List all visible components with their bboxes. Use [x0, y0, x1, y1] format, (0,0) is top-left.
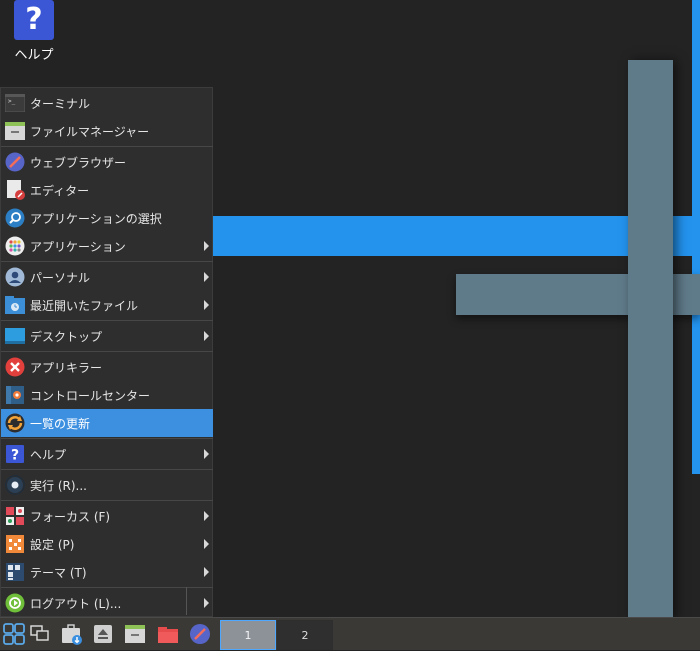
menu-item-settings[interactable]: 設定 (P) [1, 530, 213, 558]
svg-text:>_: >_ [8, 98, 16, 105]
submenu-arrow-icon [204, 272, 209, 282]
menu-item-terminal[interactable]: >_ ターミナル [1, 89, 213, 117]
window-list-icon[interactable] [29, 623, 51, 645]
submenu-arrow-icon [204, 567, 209, 577]
folder-icon[interactable] [157, 623, 179, 645]
menu-item-logout[interactable]: ログアウト (L)... [1, 589, 213, 617]
root-menu: >_ ターミナル ファイルマネージャー ウェブブラウザー エディター アプリケー… [0, 87, 213, 617]
logout-icon [5, 593, 25, 613]
desktop-help-shortcut[interactable]: ? ヘルプ [8, 0, 60, 63]
menu-separator [1, 351, 213, 352]
menu-item-refresh-list[interactable]: 一覧の更新 [1, 409, 213, 437]
app-finder-icon [5, 208, 25, 228]
submenu-arrow-icon [204, 241, 209, 251]
menu-item-app-killer[interactable]: アプリキラー [1, 353, 213, 381]
desktop-wallpaper-bar [628, 60, 673, 620]
desktop-help-label: ヘルプ [14, 48, 54, 63]
eject-icon[interactable] [92, 623, 114, 645]
menu-item-desktop[interactable]: デスクトップ [1, 322, 213, 350]
menu-separator [1, 261, 213, 262]
menu-separator [1, 320, 213, 321]
menu-separator [1, 469, 213, 470]
menu-separator [186, 587, 187, 615]
submenu-arrow-icon [204, 300, 209, 310]
submenu-arrow-icon [204, 449, 209, 459]
workspace-1-button[interactable]: 1 [220, 620, 276, 650]
menu-item-editor[interactable]: エディター [1, 176, 213, 204]
recent-files-icon [5, 295, 25, 315]
menu-separator [1, 146, 213, 147]
menu-item-recent-files[interactable]: 最近開いたファイル [1, 291, 213, 319]
menu-separator [1, 500, 213, 501]
menu-item-applications[interactable]: アプリケーション [1, 232, 213, 260]
personal-icon [5, 267, 25, 287]
submenu-arrow-icon [204, 539, 209, 549]
menu-separator [1, 587, 213, 588]
menu-separator [1, 438, 213, 439]
menu-item-theme[interactable]: テーマ (T) [1, 558, 213, 586]
run-icon [5, 475, 25, 495]
settings-icon [5, 534, 25, 554]
desktop-wallpaper-bar [200, 216, 700, 256]
app-menu-button[interactable] [3, 623, 25, 645]
menu-item-app-finder[interactable]: アプリケーションの選択 [1, 204, 213, 232]
menu-item-personal[interactable]: パーソナル [1, 263, 213, 291]
refresh-icon [5, 413, 25, 433]
help-icon: ? [14, 0, 54, 40]
submenu-arrow-icon [204, 598, 209, 608]
submenu-arrow-icon [204, 511, 209, 521]
focus-icon [5, 506, 25, 526]
taskbar: 1 2 [0, 617, 700, 650]
file-manager-icon [5, 121, 25, 141]
workspace-2-button[interactable]: 2 [277, 620, 333, 650]
menu-item-control-center[interactable]: コントロールセンター [1, 381, 213, 409]
file-manager-icon[interactable] [124, 623, 146, 645]
web-browser-icon [5, 152, 25, 172]
menu-item-file-manager[interactable]: ファイルマネージャー [1, 117, 213, 145]
menu-item-focus[interactable]: フォーカス (F) [1, 502, 213, 530]
svg-text:?: ? [11, 448, 19, 464]
editor-icon [5, 180, 25, 200]
applications-icon [5, 236, 25, 256]
package-installer-icon[interactable] [61, 623, 83, 645]
app-killer-icon [5, 357, 25, 377]
submenu-arrow-icon [204, 331, 209, 341]
menu-item-run[interactable]: 実行 (R)... [1, 471, 213, 499]
desktop-icon [5, 326, 25, 346]
web-browser-icon[interactable] [189, 623, 211, 645]
menu-item-help[interactable]: ? ヘルプ [1, 440, 213, 468]
control-center-icon [5, 385, 25, 405]
help-icon: ? [5, 444, 25, 464]
menu-item-web-browser[interactable]: ウェブブラウザー [1, 148, 213, 176]
theme-icon [5, 562, 25, 582]
terminal-icon: >_ [5, 93, 25, 113]
